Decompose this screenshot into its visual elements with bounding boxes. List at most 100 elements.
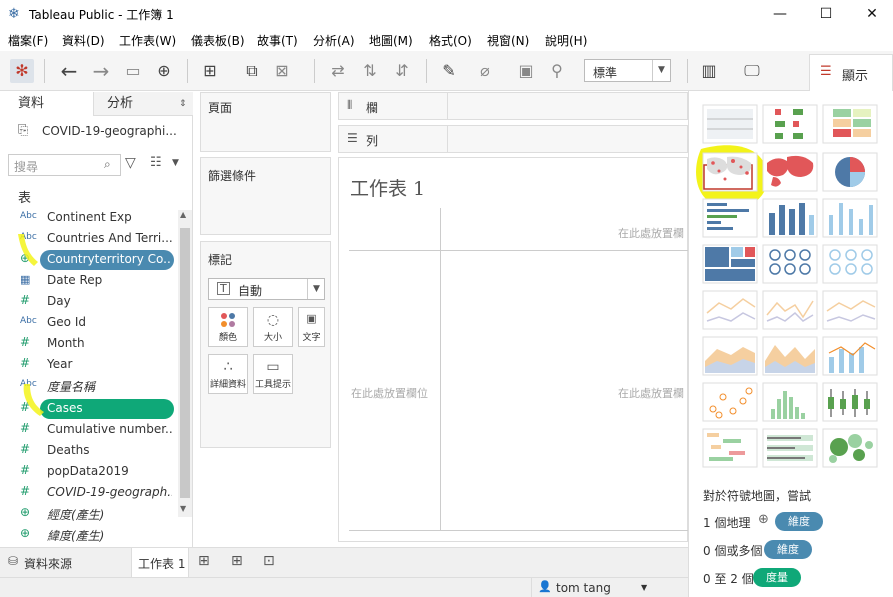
menu-data[interactable]: 資料(D) — [62, 32, 105, 49]
field-geo-id[interactable]: Abc Geo Id — [0, 313, 178, 334]
new-datasource-icon[interactable]: ⊕ — [152, 59, 176, 83]
presentation-icon[interactable]: 🖵 — [740, 59, 764, 83]
filter-icon[interactable]: ▽ — [125, 155, 136, 171]
field-deaths[interactable]: # Deaths — [0, 441, 178, 462]
canvas-divider-horizontal — [349, 250, 689, 251]
labels-icon[interactable]: ▣ — [514, 59, 538, 83]
clear-sheet-icon[interactable]: ⊠ — [270, 59, 294, 83]
redo-icon[interactable]: → — [89, 59, 113, 83]
field-day[interactable]: # Day — [0, 292, 178, 313]
scroll-down-icon[interactable]: ▼ — [180, 504, 186, 513]
scroll-up-icon[interactable]: ▲ — [180, 210, 186, 219]
field-cumulative-number[interactable]: # Cumulative number... — [0, 420, 178, 441]
shelf-divider — [447, 93, 448, 119]
detail-button[interactable]: ∴ 詳細資料 — [208, 354, 248, 394]
field-month[interactable]: # Month — [0, 334, 178, 355]
field-longitude[interactable]: ⊕ 經度(產生) — [0, 504, 178, 525]
gantt-thumbnail — [702, 428, 758, 468]
menu-window[interactable]: 視窗(N) — [487, 32, 529, 49]
search-field[interactable]: 搜尋 ⌕ — [8, 154, 121, 176]
menu-story[interactable]: 故事(T) — [257, 32, 298, 49]
new-dashboard-icon[interactable]: ⊞ — [231, 553, 243, 569]
menu-format[interactable]: 格式(O) — [429, 32, 472, 49]
chevron-down-icon[interactable]: ▼ — [172, 158, 179, 168]
pane-menu-icon[interactable]: ⇕ — [179, 92, 187, 116]
stacked-bars-thumbnail — [762, 198, 818, 238]
menu-analysis[interactable]: 分析(A) — [313, 32, 355, 49]
sort-descending-icon[interactable]: ⇵ — [390, 59, 414, 83]
number-type-icon: # — [20, 293, 31, 307]
toolbar-separator — [44, 59, 45, 83]
swap-rows-columns-icon[interactable]: ⇄ — [326, 59, 350, 83]
duplicate-sheet-icon[interactable]: ⧉ — [240, 59, 264, 83]
menu-dashboard[interactable]: 儀表板(B) — [191, 32, 245, 49]
dimension-tag: 維度 — [775, 512, 823, 531]
field-covid-count[interactable]: # COVID-19-geograph... — [0, 483, 178, 504]
fix-axes-icon[interactable]: ⚲ — [545, 59, 569, 83]
highlight-icon[interactable]: ✎ — [437, 59, 461, 83]
label-button[interactable]: ▣ 文字 — [298, 307, 325, 347]
highlight-annotation — [18, 234, 38, 266]
field-popdata2019[interactable]: # popData2019 — [0, 462, 178, 483]
size-button[interactable]: ◌ 大小 — [253, 307, 293, 347]
close-button[interactable]: ✕ — [862, 4, 882, 24]
field-label: 緯度(產生) — [47, 529, 105, 543]
new-story-icon[interactable]: ⊡ — [263, 553, 275, 569]
datasource-row[interactable]: ⎘ COVID-19-geographi... — [0, 119, 193, 145]
symbol-map-thumbnail — [702, 152, 758, 192]
group-icon[interactable]: ⌀ — [473, 59, 497, 83]
view-canvas[interactable]: 工作表 1 在此處放置欄 在此處放置欄位 在此處放置欄 — [338, 157, 689, 542]
save-icon[interactable]: ▭ — [121, 59, 145, 83]
field-latitude[interactable]: ⊕ 緯度(產生) — [0, 525, 178, 546]
drop-field-hint-left: 在此處放置欄位 — [351, 387, 428, 400]
rows-shelf[interactable]: ☰ 列 — [338, 125, 688, 153]
sort-ascending-icon[interactable]: ⇅ — [358, 59, 382, 83]
tooltip-button[interactable]: ▭ 工具提示 — [253, 354, 293, 394]
new-worksheet-icon[interactable]: ⊞ — [198, 553, 210, 569]
minimize-button[interactable]: — — [770, 4, 790, 24]
marks-card: 標記 T 自動 ▼ 顏色 ◌ 大小 ▣ 文字 ∴ 詳細資料 ▭ 工具提示 — [200, 241, 331, 448]
box-whisker-thumbnail — [822, 382, 878, 422]
scrollbar-thumb[interactable] — [180, 228, 190, 498]
datasource-tab[interactable]: ⛁ 資料來源 — [0, 548, 130, 577]
showme-icon: ☰ — [820, 64, 832, 79]
menu-help[interactable]: 說明(H) — [545, 32, 587, 49]
menu-file[interactable]: 檔案(F) — [8, 32, 48, 49]
marks-card-label: 標記 — [208, 253, 233, 267]
tableau-home-icon[interactable]: ✻ — [10, 59, 34, 83]
menu-worksheet[interactable]: 工作表(W) — [119, 32, 176, 49]
sheet-tab[interactable]: 工作表 1 — [131, 548, 189, 577]
mark-type-value: 自動 — [238, 284, 263, 298]
tab-analytics-label: 分析 — [107, 96, 134, 111]
color-button[interactable]: 顏色 — [208, 307, 248, 347]
tab-analytics[interactable]: 分析 ⇕ — [93, 92, 193, 116]
tab-data[interactable]: 資料 — [0, 92, 93, 116]
filters-shelf[interactable]: 篩選條件 — [200, 157, 331, 235]
dual-lines-thumbnail — [822, 290, 878, 330]
scatter-plot-thumbnail — [702, 382, 758, 422]
columns-shelf[interactable]: ⦀ 欄 — [338, 92, 688, 120]
user-menu[interactable]: 👤 tom tang ▼ — [531, 578, 656, 597]
pages-shelf[interactable]: 頁面 — [200, 92, 331, 152]
field-label: Cumulative number... — [47, 422, 172, 436]
field-year[interactable]: # Year — [0, 355, 178, 376]
fit-select[interactable]: 標準 ▼ — [584, 59, 671, 82]
field-date-rep[interactable]: ▦ Date Rep — [0, 271, 178, 292]
showme-button[interactable]: ☰ 顯示 — [809, 54, 893, 91]
new-worksheet-icon[interactable]: ⊞ — [198, 59, 222, 83]
mark-type-select[interactable]: T 自動 ▼ — [208, 278, 325, 300]
datasource-icon: ⎘ — [18, 123, 29, 138]
user-name: tom tang — [556, 581, 611, 595]
window-title: Tableau Public - 工作簿 1 — [29, 8, 174, 22]
maximize-button[interactable]: ☐ — [816, 4, 836, 24]
data-pane-scrollbar[interactable]: ▲ ▼ — [178, 210, 192, 517]
view-list-icon[interactable]: ☷ — [150, 155, 162, 170]
view-cards-icon[interactable]: ▥ — [697, 59, 721, 83]
menu-map[interactable]: 地圖(M) — [369, 32, 413, 49]
treemap-thumbnail — [702, 244, 758, 284]
canvas-divider-vertical — [440, 208, 441, 530]
field-label: 度量名稱 — [47, 380, 96, 394]
undo-icon[interactable]: ← — [57, 59, 81, 83]
field-continent-exp[interactable]: Abc Continent Exp — [0, 208, 178, 229]
title-bar: ❄ Tableau Public - 工作簿 1 — ☐ ✕ — [0, 0, 893, 28]
